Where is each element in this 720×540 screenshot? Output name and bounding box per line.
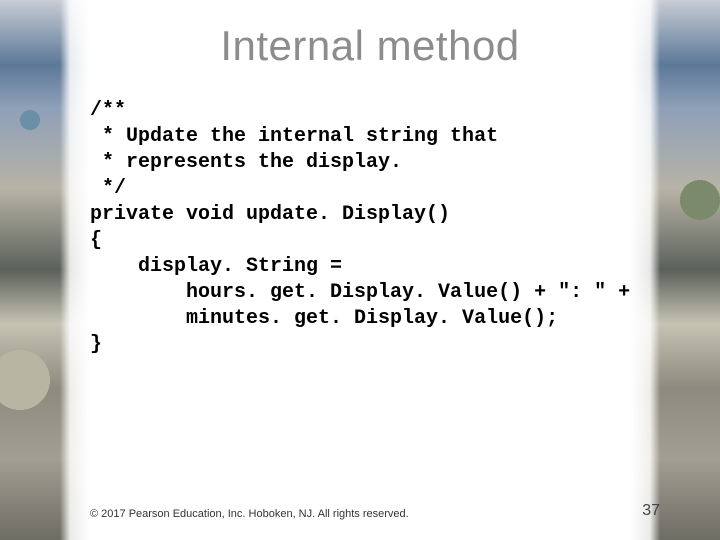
footer: © 2017 Pearson Education, Inc. Hoboken, … [90,502,660,520]
slide-title: Internal method [70,22,670,70]
page-number: 37 [642,502,660,520]
slide-content: Internal method /** * Update the interna… [70,0,670,540]
code-block: /** * Update the internal string that * … [90,98,670,358]
slide: Internal method /** * Update the interna… [0,0,720,540]
copyright-text: © 2017 Pearson Education, Inc. Hoboken, … [90,508,409,520]
